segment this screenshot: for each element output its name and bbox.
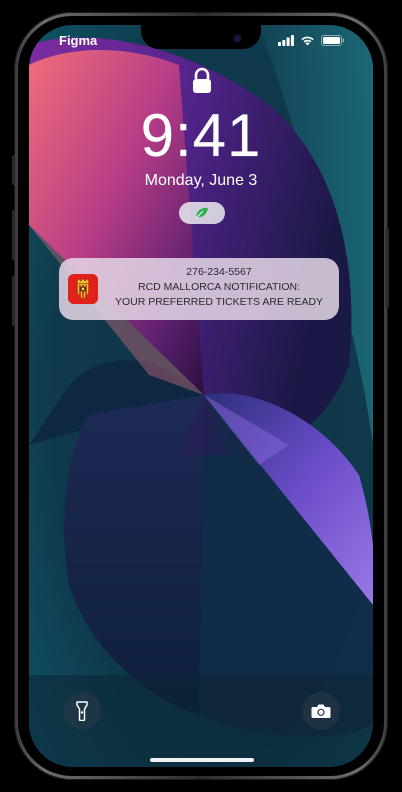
notification-body: 276-234-5567 RCD MALLORCA NOTIFICATION: … (103, 265, 335, 310)
notification-sender: 276-234-5567 (186, 266, 252, 278)
front-camera-icon (234, 35, 241, 42)
device-frame: Figma 9:41 Monday, June 3 276-234-5567 R… (0, 0, 402, 792)
rcd-mallorca-crest-icon (68, 274, 98, 304)
notification-title: RCD MALLORCA NOTIFICATION: (138, 281, 300, 293)
lock-screen[interactable]: Figma 9:41 Monday, June 3 276-234-5567 R… (29, 25, 373, 767)
flashlight-button[interactable] (63, 692, 101, 730)
clock-date: Monday, June 3 (144, 172, 258, 189)
silent-switch (12, 155, 15, 185)
volume-down-button (12, 276, 15, 326)
camera-button[interactable] (302, 692, 340, 730)
power-button (386, 228, 389, 308)
leaf-icon (195, 207, 208, 219)
status-icons (278, 35, 345, 46)
home-indicator[interactable] (150, 758, 254, 762)
lock-icon (193, 67, 211, 93)
camera-icon (311, 704, 331, 718)
battery-icon (321, 35, 344, 46)
focus-pill[interactable] (179, 202, 225, 224)
volume-up-button (12, 210, 15, 260)
notification-card[interactable]: 276-234-5567 RCD MALLORCA NOTIFICATION: … (59, 258, 339, 320)
carrier-label: Figma (59, 33, 98, 48)
dynamic-notch (141, 25, 261, 49)
notification-message: YOUR PREFERRED TICKETS ARE READY (114, 296, 324, 308)
flashlight-icon (76, 701, 88, 721)
clock-time: 9:41 (140, 102, 262, 169)
wifi-icon (301, 36, 314, 46)
cellular-signal-icon (278, 35, 294, 46)
